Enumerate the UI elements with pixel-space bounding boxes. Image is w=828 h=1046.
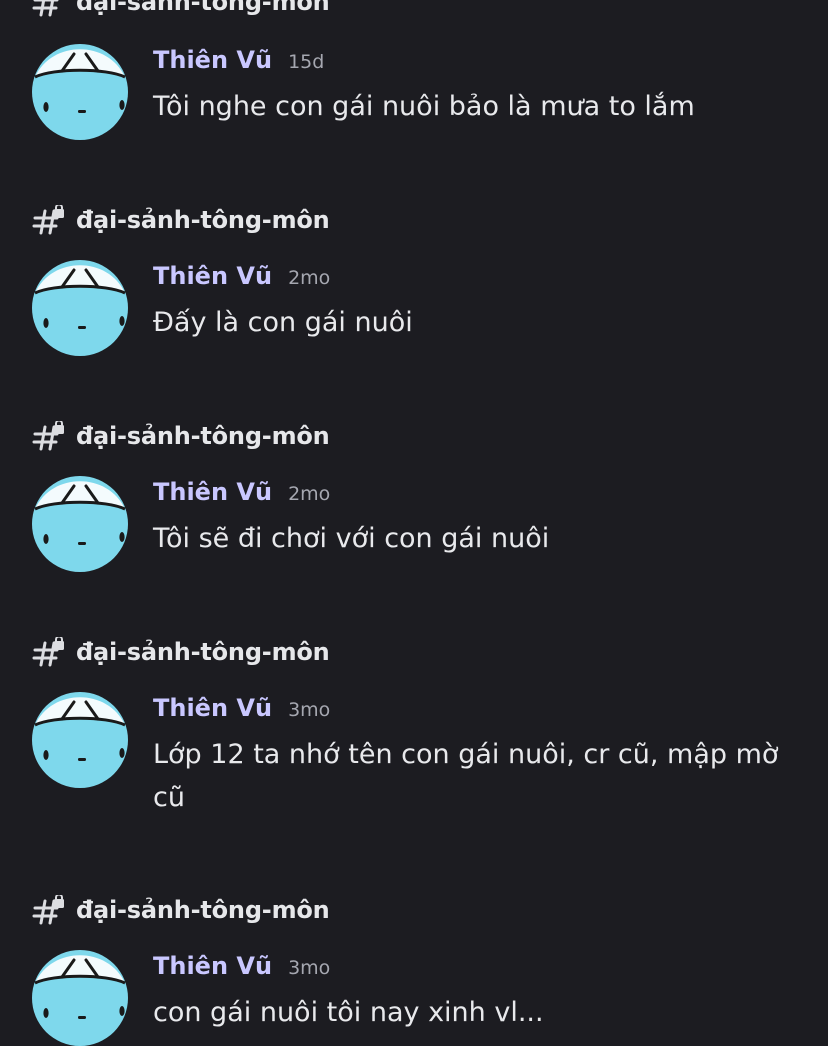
channel-name: đại-sảnh-tông-môn: [76, 638, 330, 666]
author-name[interactable]: Thiên Vũ: [153, 262, 272, 290]
channel-name: đại-sảnh-tông-môn: [76, 0, 330, 16]
message-timestamp: 2mo: [288, 483, 331, 505]
author-name[interactable]: Thiên Vũ: [153, 952, 272, 980]
message-meta: Thiên Vũ 3mo: [153, 952, 330, 980]
message-meta: Thiên Vũ 2mo: [153, 478, 330, 506]
message-timestamp: 3mo: [288, 699, 331, 721]
channel-name: đại-sảnh-tông-môn: [76, 896, 330, 924]
locked-hashtag-icon: [32, 421, 66, 451]
locked-hashtag-icon: [32, 895, 66, 925]
user-avatar-icon[interactable]: [32, 476, 128, 572]
locked-hashtag-icon: [32, 637, 66, 667]
channel-header[interactable]: đại-sảnh-tông-môn: [32, 894, 330, 926]
author-name[interactable]: Thiên Vũ: [153, 46, 272, 74]
message-timestamp: 3mo: [288, 957, 331, 979]
locked-hashtag-icon: [32, 0, 66, 17]
message-text: Tôi nghe con gái nuôi bảo là mưa to lắm: [153, 91, 695, 122]
message-timestamp: 2mo: [288, 267, 331, 289]
message-text: Đấy là con gái nuôi: [153, 307, 413, 338]
channel-header[interactable]: đại-sảnh-tông-môn: [32, 420, 330, 452]
message-text: Lớp 12 ta nhớ tên con gái nuôi, cr cũ, m…: [153, 739, 779, 813]
message-timestamp: 15d: [288, 51, 325, 73]
user-avatar-icon[interactable]: [32, 44, 128, 140]
message-meta: Thiên Vũ 2mo: [153, 262, 330, 290]
channel-name: đại-sảnh-tông-môn: [76, 422, 330, 450]
message-meta: Thiên Vũ 3mo: [153, 694, 330, 722]
author-name[interactable]: Thiên Vũ: [153, 694, 272, 722]
channel-header[interactable]: đại-sảnh-tông-môn: [32, 0, 330, 18]
user-avatar-icon[interactable]: [32, 692, 128, 788]
user-avatar-icon[interactable]: [32, 260, 128, 356]
message-text: con gái nuôi tôi nay xinh vl...: [153, 997, 544, 1028]
channel-name: đại-sảnh-tông-môn: [76, 206, 330, 234]
message-text: Tôi sẽ đi chơi với con gái nuôi: [153, 523, 550, 554]
channel-header[interactable]: đại-sảnh-tông-môn: [32, 636, 330, 668]
locked-hashtag-icon: [32, 205, 66, 235]
author-name[interactable]: Thiên Vũ: [153, 478, 272, 506]
channel-header[interactable]: đại-sảnh-tông-môn: [32, 204, 330, 236]
message-meta: Thiên Vũ 15d: [153, 46, 324, 74]
